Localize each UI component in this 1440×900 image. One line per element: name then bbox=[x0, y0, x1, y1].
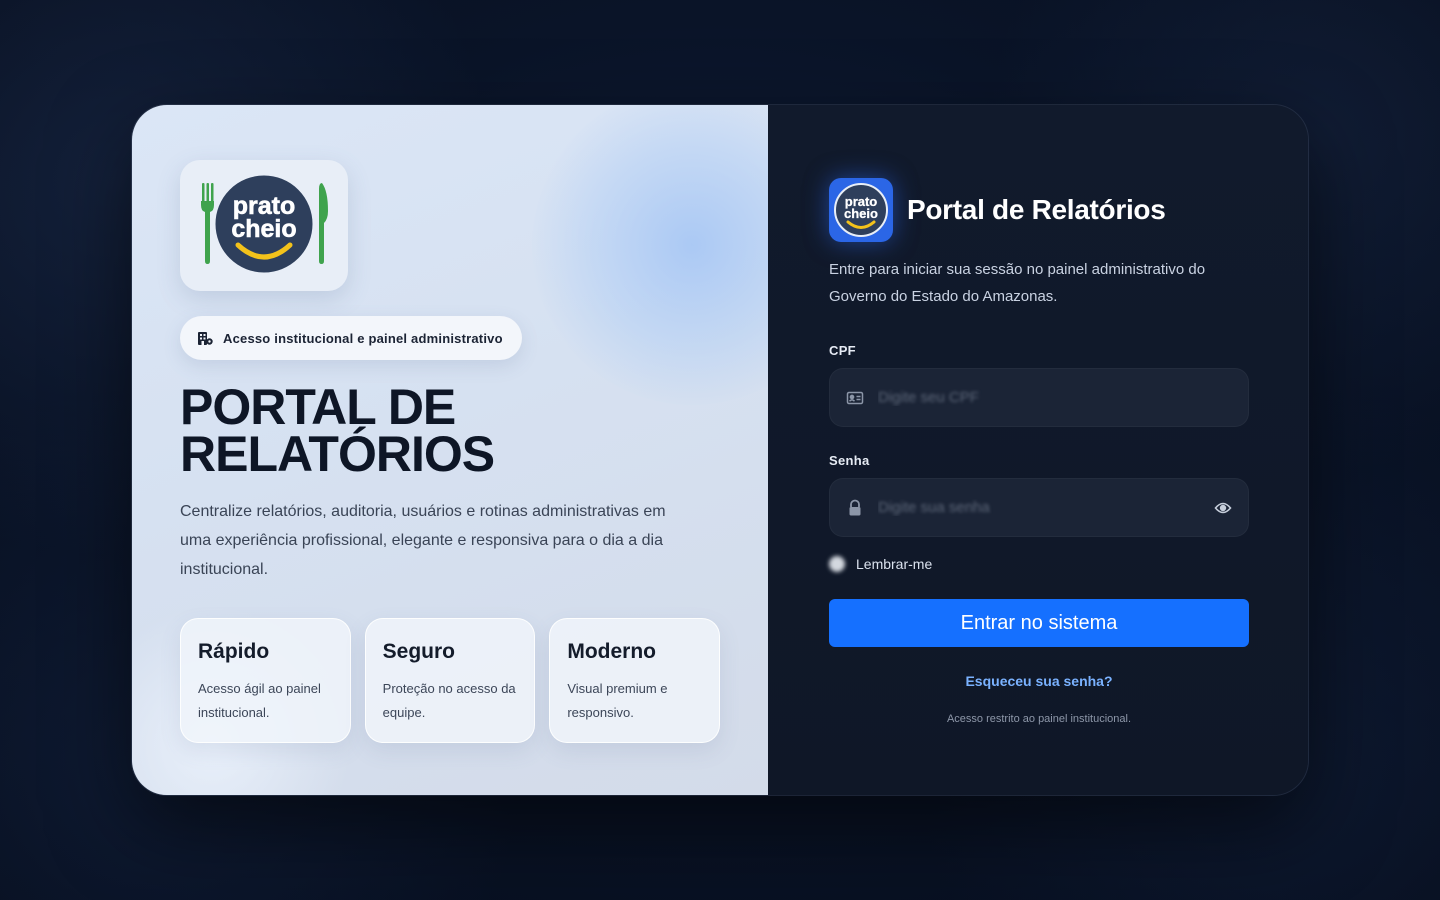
senha-input[interactable] bbox=[878, 499, 1200, 516]
restricted-access-note: Acesso restrito ao painel institucional. bbox=[946, 713, 1132, 725]
cpf-input[interactable] bbox=[878, 389, 1232, 406]
cpf-field[interactable] bbox=[829, 368, 1249, 427]
hero-description: Centralize relatórios, auditoria, usuári… bbox=[180, 503, 666, 578]
brand-logo-text-cheio: cheio bbox=[844, 206, 878, 221]
feature-text: Acesso ágil ao painel institucional. bbox=[198, 681, 321, 720]
feature-card-rapido: Rápido Acesso ágil ao painel institucion… bbox=[180, 618, 351, 743]
feature-title: Moderno bbox=[567, 640, 656, 663]
logo-text-cheio: cheio bbox=[231, 215, 296, 243]
feature-text: Visual premium e responsivo. bbox=[567, 681, 668, 720]
login-card: prato cheio Acesso institucional e paine… bbox=[131, 104, 1309, 796]
building-icon bbox=[197, 330, 213, 346]
institutional-access-badge: Acesso institucional e painel administra… bbox=[180, 316, 522, 360]
badge-label: Acesso institucional e painel administra… bbox=[223, 330, 503, 346]
login-panel: prato cheio Portal de Relatórios Entre p… bbox=[768, 105, 1308, 795]
eye-icon[interactable] bbox=[1214, 499, 1232, 517]
senha-label: Senha bbox=[829, 453, 870, 468]
prato-cheio-logo: prato cheio bbox=[180, 160, 348, 291]
remember-me[interactable]: Lembrar-me bbox=[829, 556, 1249, 572]
login-button[interactable]: Entrar no sistema bbox=[829, 599, 1249, 647]
app-logo-icon: prato cheio bbox=[829, 178, 893, 242]
remember-checkbox[interactable] bbox=[829, 556, 845, 572]
login-subtitle: Entre para iniciar sua sessão no painel … bbox=[829, 261, 1206, 305]
feature-title: Seguro bbox=[382, 640, 456, 663]
brand-header: prato cheio Portal de Relatórios bbox=[829, 178, 1249, 242]
prato-cheio-logo-mark: prato cheio bbox=[201, 172, 328, 275]
feature-cards: Rápido Acesso ágil ao painel institucion… bbox=[180, 618, 721, 743]
cpf-label: CPF bbox=[829, 343, 856, 358]
senha-field[interactable] bbox=[829, 478, 1249, 537]
hero-panel: prato cheio Acesso institucional e paine… bbox=[132, 105, 852, 795]
id-card-icon bbox=[846, 389, 864, 407]
feature-card-moderno: Moderno Visual premium e responsivo. bbox=[549, 618, 721, 743]
feature-text: Proteção no acesso da equipe. bbox=[382, 681, 516, 720]
feature-title: Rápido bbox=[198, 640, 270, 663]
feature-card-seguro: Seguro Proteção no acesso da equipe. bbox=[364, 618, 536, 743]
forgot-password-link[interactable]: Esqueceu sua senha? bbox=[829, 673, 1249, 689]
remember-label: Lembrar-me bbox=[856, 556, 933, 572]
page-title: PORTAL DE RELATÓRIOS bbox=[180, 379, 495, 482]
portal-title: Portal de Relatórios bbox=[907, 194, 1166, 225]
lock-icon bbox=[846, 499, 864, 517]
